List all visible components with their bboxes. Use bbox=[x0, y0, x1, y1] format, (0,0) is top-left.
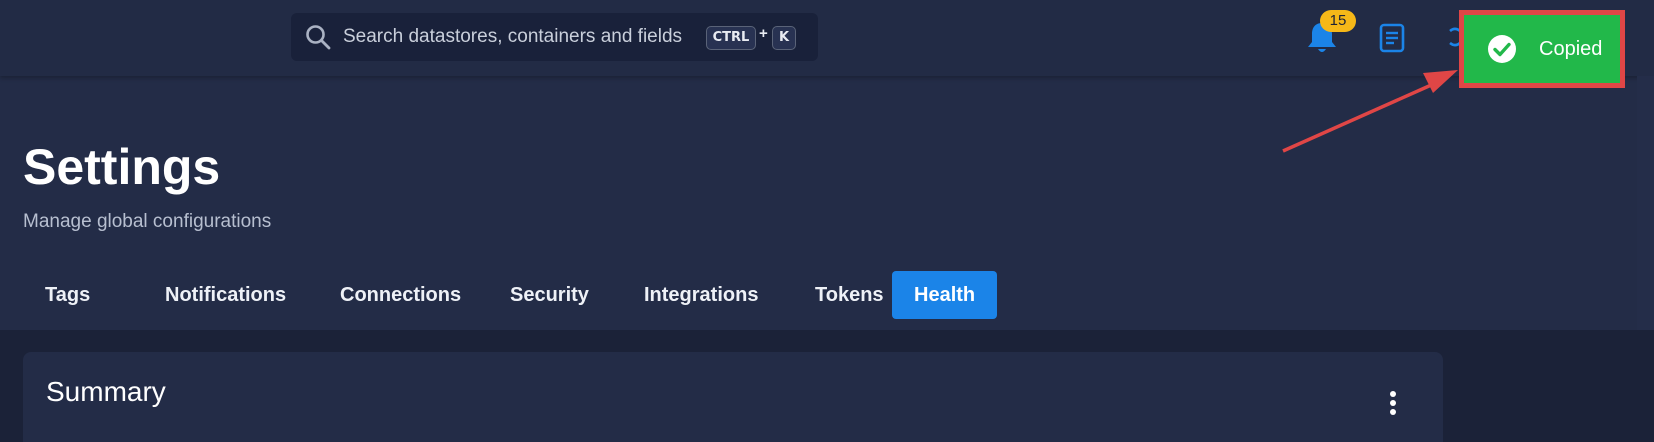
page-title: Settings bbox=[23, 139, 221, 195]
tab-integrations[interactable]: Integrations bbox=[622, 271, 780, 319]
global-search[interactable]: Search datastores, containers and fields… bbox=[291, 13, 818, 61]
search-placeholder: Search datastores, containers and fields bbox=[343, 26, 683, 47]
tab-notifications[interactable]: Notifications bbox=[143, 271, 308, 319]
tab-tokens[interactable]: Tokens bbox=[793, 271, 906, 319]
tab-security[interactable]: Security bbox=[488, 271, 611, 319]
shortcut-k-key: K bbox=[772, 26, 796, 50]
tab-health[interactable]: Health bbox=[892, 271, 998, 319]
copied-toast: Copied bbox=[1464, 15, 1620, 83]
shortcut-ctrl-key: CTRL bbox=[706, 26, 756, 50]
check-circle-icon bbox=[1488, 35, 1516, 63]
tab-tags[interactable]: Tags bbox=[23, 271, 112, 319]
summary-title: Summary bbox=[46, 376, 166, 407]
toast-message: Copied bbox=[1539, 38, 1603, 60]
top-bar: Search datastores, containers and fields… bbox=[0, 0, 1654, 76]
page-subtitle: Manage global configurations bbox=[23, 211, 272, 232]
search-icon bbox=[306, 25, 331, 50]
document-icon[interactable] bbox=[1377, 22, 1407, 54]
notification-count-badge: 15 bbox=[1320, 10, 1356, 32]
shortcut-plus: + bbox=[759, 25, 768, 42]
tab-connections[interactable]: Connections bbox=[318, 271, 483, 319]
summary-card: Summary bbox=[23, 352, 1443, 442]
kebab-menu-icon[interactable] bbox=[1387, 390, 1399, 420]
